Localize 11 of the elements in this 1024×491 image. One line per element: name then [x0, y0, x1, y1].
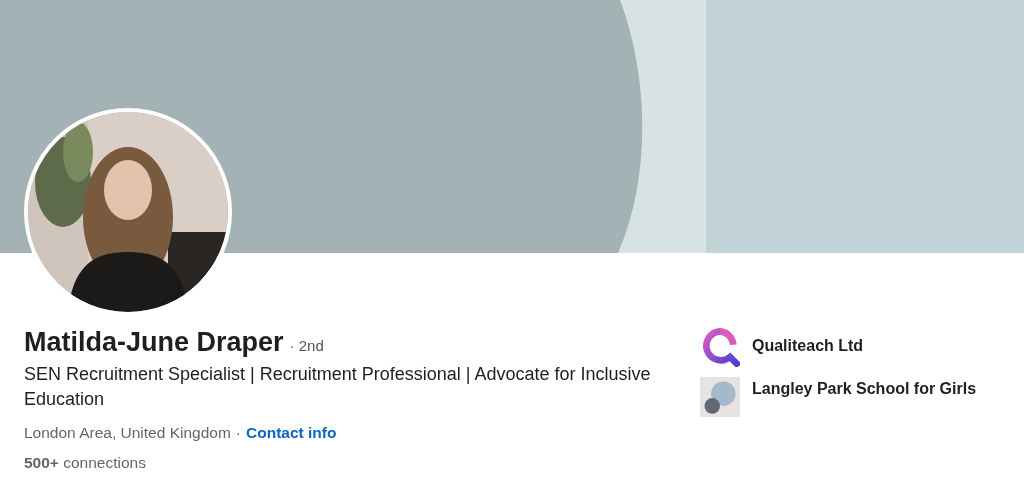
organization-name[interactable]: Langley Park School for Girls: [752, 377, 982, 399]
profile-name: Matilda-June Draper: [24, 327, 284, 358]
q-logo-icon: [700, 327, 740, 367]
connections-count[interactable]: 500+ connections: [24, 454, 684, 472]
organization-name[interactable]: Qualiteach Ltd: [752, 327, 982, 356]
contact-info-link[interactable]: Contact info: [246, 424, 337, 442]
circles-logo-icon: [700, 377, 740, 417]
location: London Area, United Kingdom: [24, 424, 231, 442]
connection-degree: · 2nd: [289, 337, 324, 354]
headline: SEN Recruitment Specialist | Recruitment Professional | Advocate for Inclusive Education: [24, 363, 652, 411]
separator-dot: ·: [235, 424, 241, 442]
